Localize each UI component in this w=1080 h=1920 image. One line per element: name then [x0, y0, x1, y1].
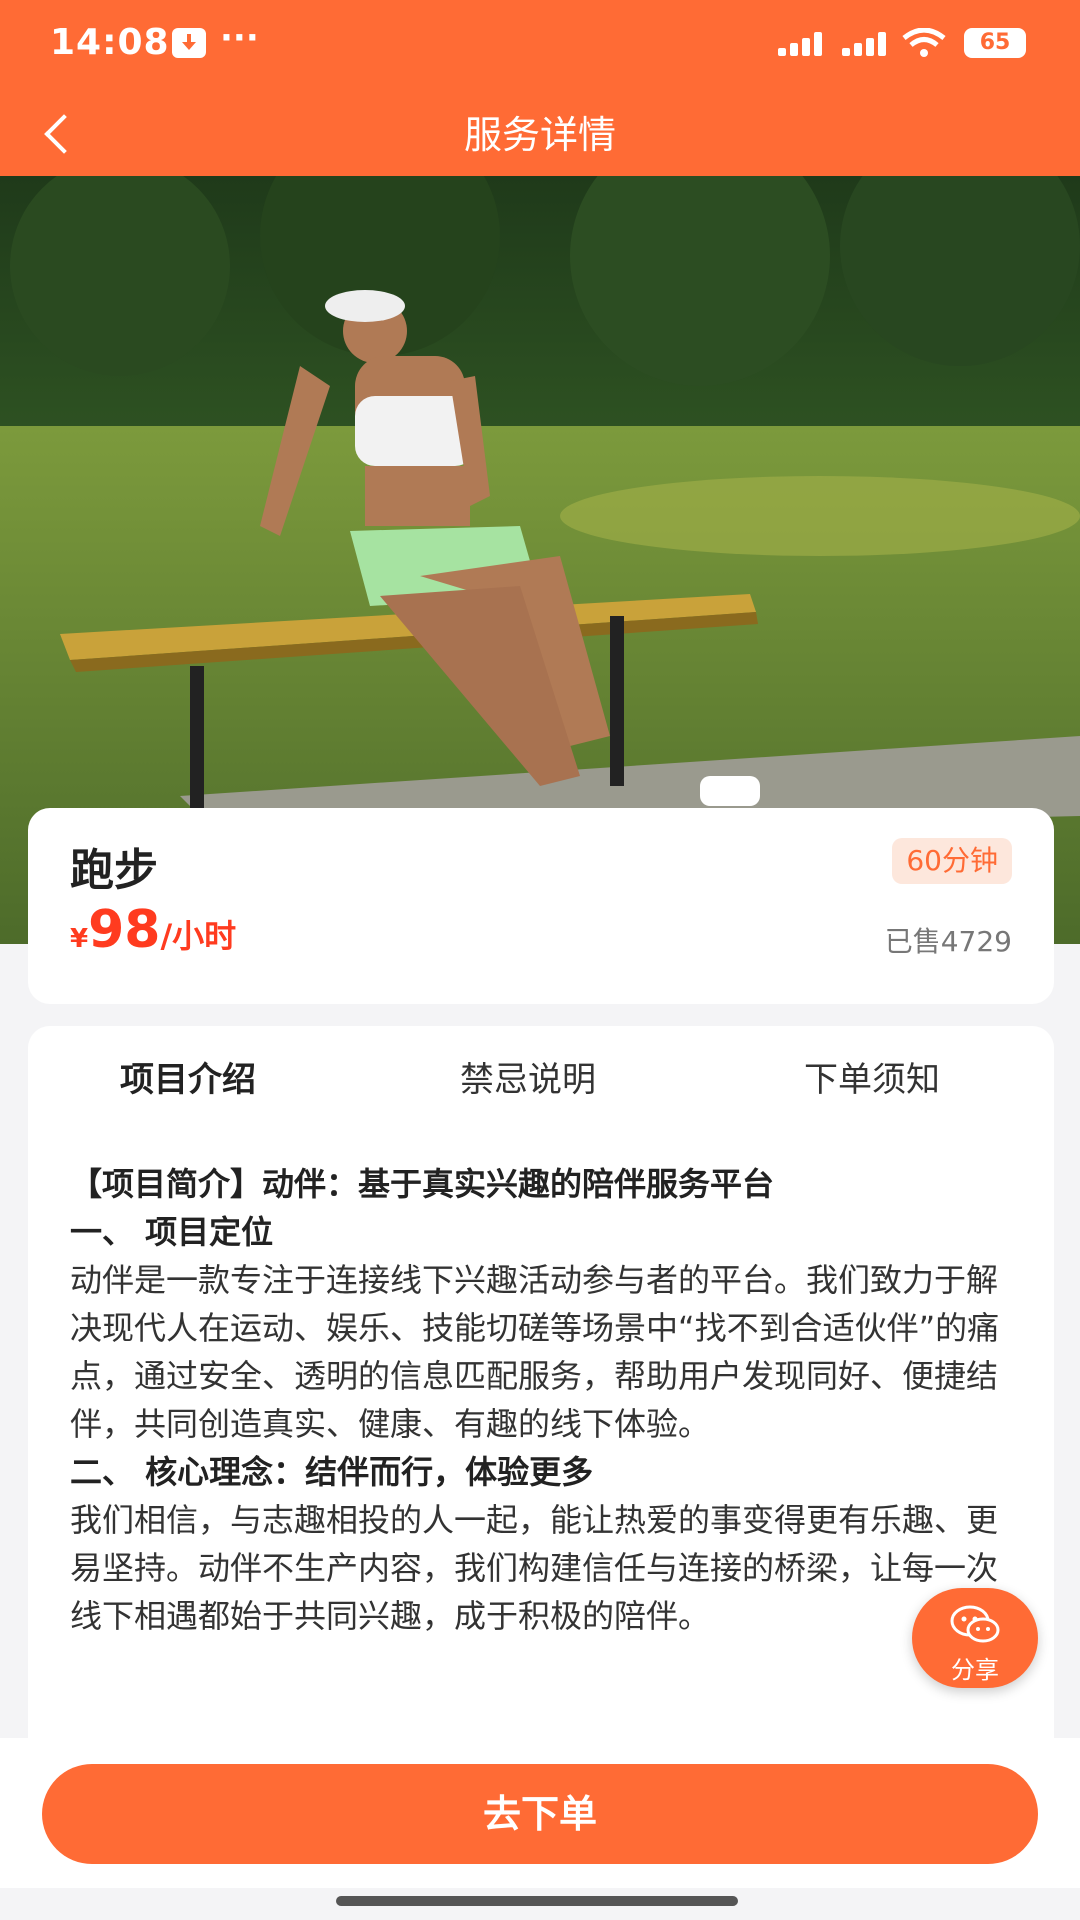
share-label: 分享	[951, 1656, 999, 1684]
duration-badge: 60分钟	[892, 838, 1012, 884]
share-button[interactable]: 分享	[912, 1588, 1038, 1688]
more-notifications-icon: ···	[220, 18, 259, 58]
service-summary-card: 跑步 60分钟 ¥98/小时 已售4729	[28, 808, 1054, 1004]
tab-order-notes[interactable]: 下单须知	[804, 1052, 940, 1101]
tab-project-intro[interactable]: 项目介绍	[120, 1052, 256, 1101]
section-2-body: 我们相信，与志趣相投的人一起，能让热爱的事变得更有乐趣、更易坚持。动伴不生产内容…	[70, 1501, 999, 1635]
intro-content: 【项目简介】动伴：基于真实兴趣的陪伴服务平台 一、 项目定位 动伴是一款专注于连…	[70, 1160, 1020, 1640]
service-name: 跑步	[70, 845, 158, 896]
section-2-title: 二、 核心理念：结伴而行，体验更多	[70, 1453, 594, 1491]
price-value: 98	[88, 900, 161, 960]
wifi-icon	[902, 28, 946, 57]
tab-contraindications[interactable]: 禁忌说明	[460, 1052, 596, 1101]
battery-icon: 65	[964, 28, 1026, 58]
service-detail-panel: 项目介绍 禁忌说明 下单须知 【项目简介】动伴：基于真实兴趣的陪伴服务平台 一、…	[28, 1026, 1054, 1746]
signal-icon-2	[842, 32, 896, 56]
section-1-body: 动伴是一款专注于连接线下兴趣活动参与者的平台。我们致力于解决现代人在运动、娱乐、…	[70, 1261, 1000, 1443]
section-1-title: 一、 项目定位	[70, 1213, 274, 1251]
intro-heading: 【项目简介】动伴：基于真实兴趣的陪伴服务平台	[70, 1165, 775, 1203]
status-bar: 14:08 ··· 65	[0, 0, 1080, 90]
wechat-icon	[950, 1605, 1000, 1643]
navigation-bar: 服务详情	[0, 90, 1080, 176]
download-icon	[172, 28, 206, 58]
price-currency: ¥	[70, 924, 89, 954]
bottom-action-bar: 去下单	[0, 1738, 1080, 1888]
status-time: 14:08	[50, 22, 170, 63]
page-title: 服务详情	[463, 113, 616, 157]
sold-count: 已售4729	[884, 925, 1012, 958]
service-price: ¥98/小时	[70, 900, 236, 960]
signal-icon	[778, 32, 832, 56]
price-unit: /小时	[160, 917, 237, 955]
home-indicator[interactable]	[336, 1896, 738, 1906]
place-order-button[interactable]: 去下单	[42, 1764, 1038, 1864]
